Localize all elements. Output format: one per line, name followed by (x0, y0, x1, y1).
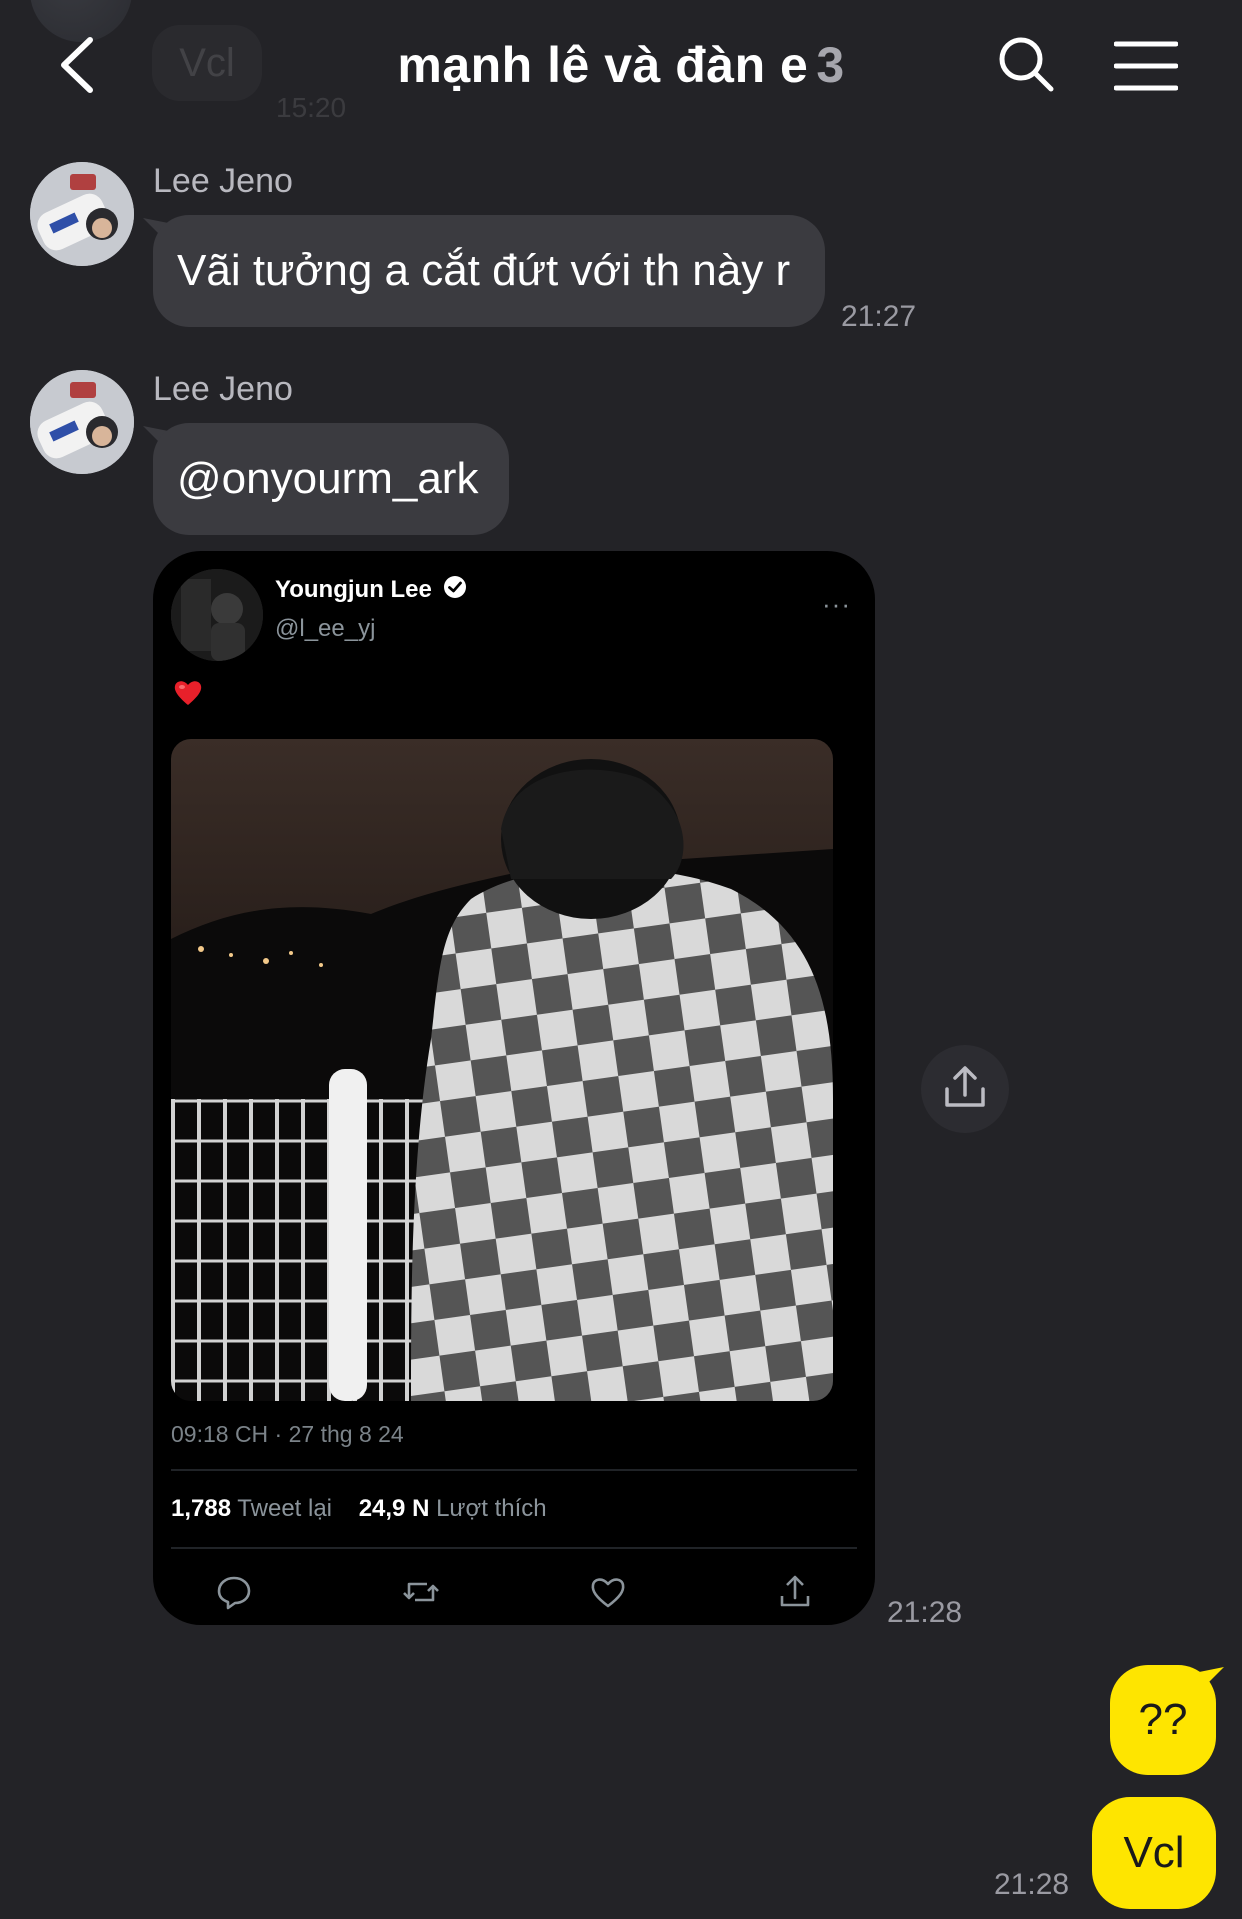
message-time: 21:28 (887, 1596, 963, 1629)
share-upload-icon (945, 1066, 985, 1107)
sender-name: Lee Jeno (153, 370, 293, 408)
share-button[interactable] (921, 1045, 1009, 1133)
tweet-author-name[interactable]: Youngjun Lee (275, 575, 467, 606)
sender-name: Lee Jeno (153, 162, 293, 200)
sender-avatar[interactable] (30, 162, 134, 266)
hamburger-menu-icon (1113, 41, 1179, 91)
outgoing-bubble[interactable]: ?? (1110, 1665, 1216, 1775)
tweet-author-name-text: Youngjun Lee (275, 575, 432, 603)
tweet-card[interactable]: Youngjun Lee @l_ee_yj ··· 09:18 CH · 27 … (153, 551, 875, 1625)
tweet-divider (171, 1547, 857, 1549)
like-button[interactable] (588, 1572, 628, 1612)
avatar-photo (30, 162, 134, 266)
reply-icon (217, 1576, 251, 1610)
tweet-author-avatar[interactable] (171, 569, 263, 661)
red-heart-icon (173, 679, 203, 712)
reply-button[interactable] (214, 1572, 254, 1612)
chat-header: mạnh lê và đàn e3 (0, 0, 1242, 130)
verified-badge-icon (443, 575, 467, 606)
outgoing-time: 21:28 (994, 1868, 1070, 1901)
tweet-avatar-photo (171, 569, 263, 661)
search-icon (999, 37, 1054, 92)
tweet-more-button[interactable]: ··· (822, 589, 851, 620)
tweet-divider (171, 1469, 857, 1471)
tweet-share-button[interactable] (775, 1572, 815, 1612)
message-time: 21:27 (841, 300, 917, 333)
avatar-photo (30, 370, 134, 474)
retweet-icon (403, 1582, 439, 1602)
menu-button[interactable] (1113, 40, 1179, 92)
retweet-button[interactable] (401, 1572, 441, 1612)
heart-outline-icon (591, 1578, 625, 1608)
tweet-stats: 1,788 Tweet lại 24,9 N Lượt thích (171, 1495, 547, 1523)
like-label: Lượt thích (436, 1495, 547, 1522)
chat-title-text: mạnh lê và đàn e (397, 37, 809, 93)
message-bubble[interactable]: Vãi tưởng a cắt đứt với th này r (153, 215, 825, 327)
tweet-date: 09:18 CH · 27 thg 8 24 (171, 1421, 404, 1447)
like-count: 24,9 N (358, 1495, 430, 1522)
retweet-label: Tweet lại (237, 1495, 333, 1522)
share-upload-icon (780, 1575, 810, 1607)
member-count: 3 (816, 37, 845, 93)
message-bubble[interactable]: @onyourm_ark (153, 423, 509, 535)
outgoing-bubble[interactable]: Vcl (1092, 1797, 1216, 1909)
tweet-actions (153, 1566, 875, 1625)
tweet-photo[interactable] (171, 739, 833, 1401)
sender-avatar[interactable] (30, 370, 134, 474)
retweet-count: 1,788 (171, 1495, 232, 1522)
search-button[interactable] (996, 34, 1056, 94)
tweet-author-handle: @l_ee_yj (275, 615, 376, 642)
